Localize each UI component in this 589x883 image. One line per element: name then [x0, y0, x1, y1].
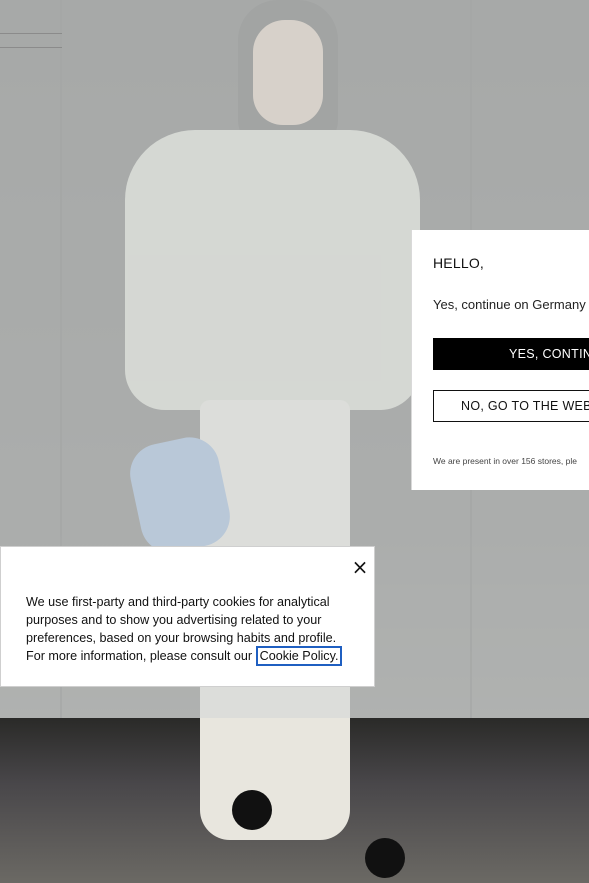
modal-greeting: HELLO,	[433, 255, 484, 271]
close-icon[interactable]: ×	[351, 557, 369, 577]
model-shoe	[232, 790, 272, 830]
yes-continue-button[interactable]: YES, CONTIN	[433, 338, 589, 370]
country-selector-modal: HELLO, Yes, continue on Germany YES, CON…	[411, 230, 589, 490]
stores-info-text: We are present in over 156 stores, ple	[433, 456, 577, 466]
no-go-to-web-button[interactable]: NO, GO TO THE WEB	[433, 390, 589, 422]
modal-continue-text: Yes, continue on Germany	[433, 297, 586, 312]
cookie-text: We use first-party and third-party cooki…	[26, 593, 356, 666]
model-shoe	[365, 838, 405, 878]
header-rule	[0, 33, 62, 34]
header-rule	[0, 47, 62, 48]
cookie-banner: × We use first-party and third-party coo…	[0, 546, 375, 687]
cookie-policy-link[interactable]: Cookie Policy.	[255, 646, 343, 666]
